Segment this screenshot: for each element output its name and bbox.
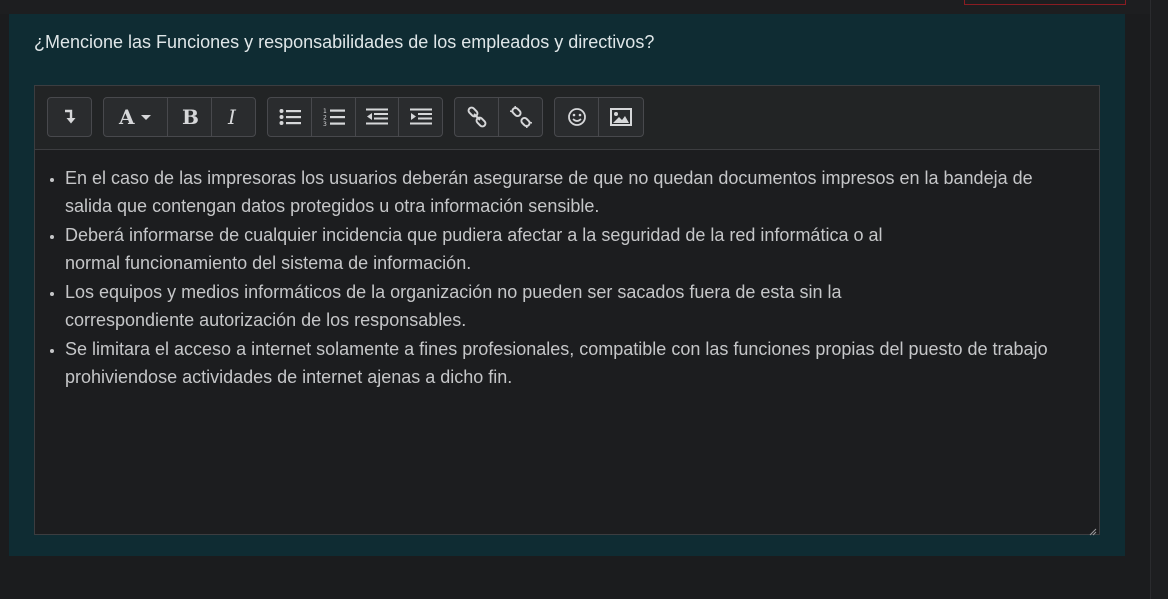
svg-text:I: I [227, 106, 237, 128]
font-style-button[interactable]: A [104, 98, 168, 136]
list-item: Deberá informarse de cualquier incidenci… [65, 221, 1095, 277]
svg-text:A: A [118, 107, 135, 127]
unlink-button[interactable] [499, 98, 542, 136]
list-item-line: correspondiente autorización de los resp… [65, 310, 467, 330]
list-item-line: Se limitara el acceso a internet solamen… [65, 339, 1048, 359]
emoji-icon [567, 107, 587, 127]
emoji-button[interactable] [555, 98, 599, 136]
list-item: Se limitara el acceso a internet solamen… [65, 335, 1095, 391]
link-icon [466, 106, 488, 128]
list-item-line: salida que contengan datos protegidos u … [65, 196, 600, 216]
bold-button[interactable]: B [168, 98, 212, 136]
list-item-line: normal funcionamiento del sistema de inf… [65, 253, 472, 273]
bullet-list: En el caso de las impresoras los usuario… [65, 164, 1095, 392]
svg-text:B: B [182, 106, 199, 128]
image-icon [610, 108, 632, 126]
unordered-list-icon [279, 108, 301, 126]
list-item: En el caso de las impresoras los usuario… [65, 164, 1095, 220]
italic-button[interactable]: I [212, 98, 255, 136]
right-scroll-strip [1150, 0, 1168, 599]
font-style-icon: A [117, 107, 155, 127]
outdent-icon [366, 108, 388, 126]
ordered-list-icon: 1 2 3 [323, 107, 345, 127]
toolbar-group-format: A B I [103, 97, 256, 137]
toolbar-group-media [554, 97, 644, 137]
unlink-icon [509, 106, 532, 128]
resize-handle-icon[interactable] [1089, 523, 1097, 536]
toolbar-group-lists: 1 2 3 [267, 97, 443, 137]
collapse-toolbar-button[interactable] [48, 98, 91, 136]
indent-icon [409, 108, 432, 126]
question-text: ¿Mencione las Funciones y responsabilida… [34, 32, 655, 52]
toolbar-group-collapse [47, 97, 92, 137]
list-item: Los equipos y medios informáticos de la … [65, 278, 1095, 334]
ordered-list-button[interactable]: 1 2 3 [312, 98, 356, 136]
outdent-button[interactable] [356, 98, 399, 136]
editor-toolbar: A B I 1 2 3 [35, 86, 1099, 150]
italic-icon: I [225, 106, 243, 128]
rich-text-editor: A B I 1 2 3 • En el caso de las impresor… [34, 85, 1100, 536]
link-button[interactable] [455, 98, 499, 136]
bold-icon: B [180, 106, 200, 128]
list-item-line: En el caso de las impresoras los usuario… [65, 168, 1033, 188]
list-item-line: Deberá informarse de cualquier incidenci… [65, 225, 883, 245]
indent-button[interactable] [399, 98, 442, 136]
collapse-toolbar-icon [63, 108, 77, 126]
top-action-button[interactable] [964, 0, 1126, 5]
unordered-list-button[interactable] [268, 98, 312, 136]
image-button[interactable] [599, 98, 643, 136]
question-card: ¿Mencione las Funciones y responsabilida… [9, 14, 1125, 556]
list-item-line: Los equipos y medios informáticos de la … [65, 282, 842, 302]
svg-text:3: 3 [323, 121, 327, 127]
page: ¿Mencione las Funciones y responsabilida… [0, 0, 1168, 599]
toolbar-group-links [454, 97, 543, 137]
editor-content[interactable]: En el caso de las impresoras los usuario… [35, 150, 1099, 536]
list-item-line: prohiviendose actividades de internet aj… [65, 367, 513, 387]
